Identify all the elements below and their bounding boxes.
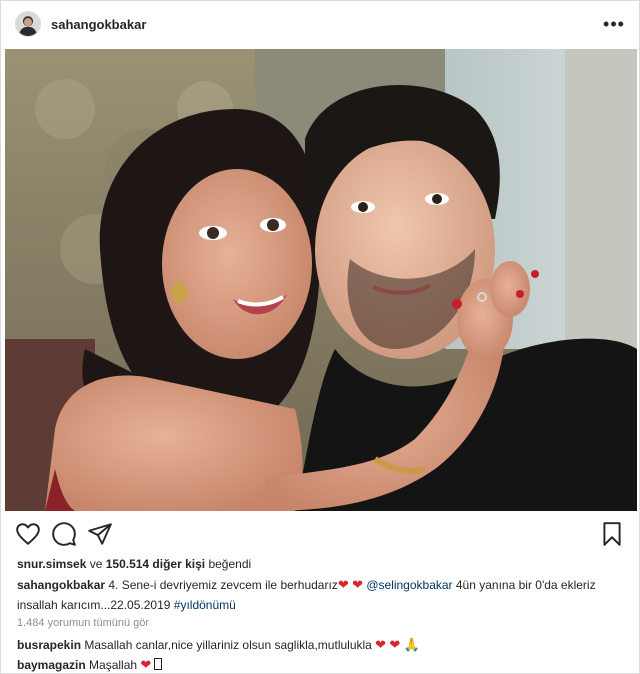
post-author-username[interactable]: sahangokbakar — [51, 17, 146, 32]
likes-suffix: beğendi — [205, 557, 252, 571]
likes-summary: snur.simsek ve 150.514 diğer kişi beğend… — [17, 557, 251, 571]
comment-text: Masallah canlar,nice yillariniz olsun sa… — [81, 638, 376, 652]
unknown-glyph-icon — [154, 658, 163, 670]
heart-emoji-icon: ❤ — [375, 637, 387, 652]
like-heart-icon[interactable] — [15, 521, 41, 547]
likes-count[interactable]: 150.514 diğer kişi — [106, 557, 205, 571]
comment-text: Maşallah — [85, 658, 141, 672]
post-caption: sahangokbakar 4. Sene-i devriyemiz zevce… — [17, 575, 623, 615]
heart-emoji-icon: ❤ — [352, 577, 363, 592]
post-photo[interactable] — [5, 49, 637, 511]
heart-emoji-icon: ❤ — [389, 637, 401, 652]
instagram-post: sahangokbakar ••• snur.simsek ve 150.514… — [0, 0, 640, 674]
heart-emoji-icon: ❤ — [337, 577, 349, 592]
caption-hashtag-link[interactable]: #yıldönümü — [174, 598, 236, 612]
likes-connector: ve — [86, 557, 106, 571]
share-icon[interactable] — [87, 521, 113, 547]
caption-author[interactable]: sahangokbakar — [17, 578, 105, 592]
comment-author[interactable]: busrapekin — [17, 638, 81, 652]
praying-hands-emoji-icon: 🙏 — [403, 637, 420, 652]
avatar-image — [16, 12, 40, 36]
caption-text-1: 4. Sene-i devriyemiz zevcem ile berhudar… — [105, 578, 338, 592]
couple-photo-illustration — [5, 49, 637, 511]
more-options-icon[interactable]: ••• — [601, 11, 627, 37]
caption-mention-link[interactable]: @selingokbakar — [366, 578, 452, 592]
heart-emoji-icon: ❤ — [140, 657, 152, 672]
comment-author[interactable]: baymagazin — [17, 658, 86, 672]
post-header: sahangokbakar ••• — [1, 1, 639, 50]
liker-username[interactable]: snur.simsek — [17, 557, 86, 571]
comment-item: baymagazin Maşallah ❤ — [17, 657, 163, 673]
comment-item: busrapekin Masallah canlar,nice yillarin… — [17, 637, 420, 653]
view-all-comments-link[interactable]: 1.484 yorumun tümünü gör — [17, 617, 149, 629]
post-actions-bar — [1, 513, 639, 553]
avatar[interactable] — [15, 11, 41, 37]
bookmark-icon[interactable] — [599, 521, 625, 547]
comment-icon[interactable] — [51, 521, 77, 547]
